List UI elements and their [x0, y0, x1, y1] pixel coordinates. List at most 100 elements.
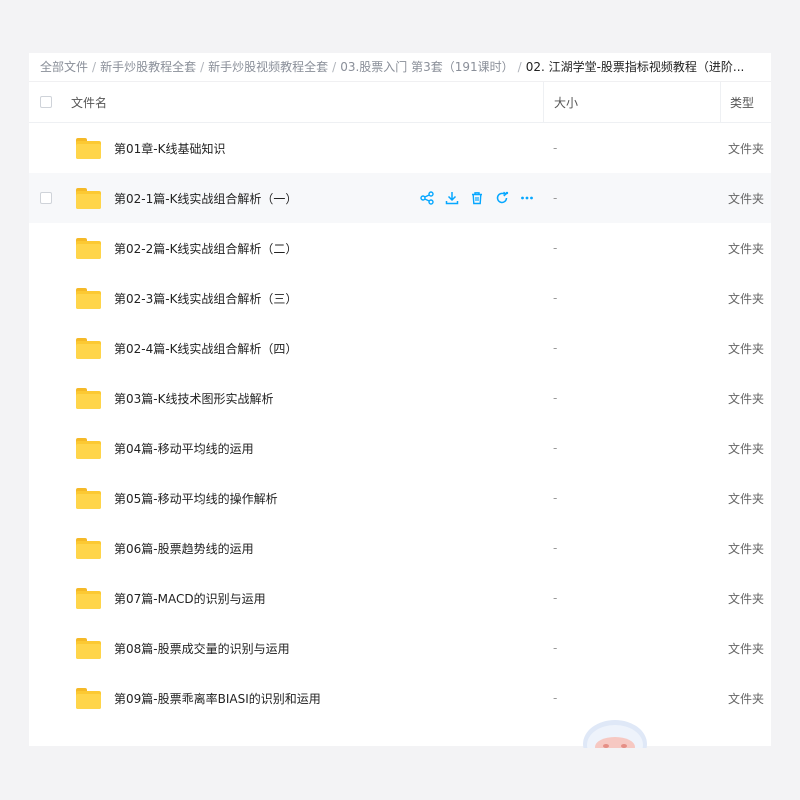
breadcrumb-current: 02. 江湖学堂-股票指标视频教程（进阶...: [525, 60, 745, 74]
file-type: 文件夹: [728, 341, 765, 356]
select-all-checkbox[interactable]: [39, 96, 52, 108]
file-size: -: [553, 191, 558, 205]
file-size: -: [553, 141, 558, 155]
table-row[interactable]: 第09篇-股票乖离率BIASI的识别和运用 - 文件夹: [29, 673, 771, 723]
file-type: 文件夹: [728, 241, 765, 256]
row-check-cell: [29, 542, 62, 554]
file-type: 文件夹: [728, 441, 765, 456]
table-row[interactable]: 第02-3篇-K线实战组合解析（三） - 文件夹: [29, 273, 771, 323]
file-type: 文件夹: [728, 141, 765, 156]
table-row[interactable]: 第01章-K线基础知识 - 文件夹: [29, 123, 771, 173]
row-check-cell: [29, 492, 62, 504]
file-name[interactable]: 第04篇-移动平均线的运用: [114, 440, 254, 457]
file-name[interactable]: 第02-1篇-K线实战组合解析（一）: [114, 190, 297, 207]
folder-icon: [76, 237, 101, 259]
folder-icon: [76, 287, 101, 309]
row-check-cell: [29, 242, 62, 254]
file-type: 文件夹: [728, 391, 765, 406]
table-row[interactable]: 第02-2篇-K线实战组合解析（二） - 文件夹: [29, 223, 771, 273]
row-check-cell: [29, 442, 62, 454]
header-size[interactable]: 大小: [543, 82, 720, 122]
share-icon[interactable]: [419, 190, 435, 206]
breadcrumb-item[interactable]: 新手炒股视频教程全套: [208, 60, 328, 74]
file-type: 文件夹: [728, 491, 765, 506]
refresh-icon[interactable]: [494, 190, 510, 206]
file-name[interactable]: 第01章-K线基础知识: [114, 140, 225, 157]
row-check-cell: [29, 142, 62, 154]
folder-icon: [76, 387, 101, 409]
file-size: -: [553, 441, 558, 455]
header-check-cell: [29, 96, 62, 108]
breadcrumb-item[interactable]: 全部文件: [40, 60, 88, 74]
breadcrumb-separator: /: [332, 60, 337, 74]
name-cell: 第07篇-MACD的识别与运用: [62, 587, 543, 609]
row-checkbox[interactable]: [39, 192, 52, 204]
file-type: 文件夹: [728, 291, 765, 306]
folder-icon: [76, 537, 101, 559]
folder-icon: [76, 137, 101, 159]
file-size: -: [553, 491, 558, 505]
table-row[interactable]: 第05篇-移动平均线的操作解析 - 文件夹: [29, 473, 771, 523]
table-row[interactable]: 第06篇-股票趋势线的运用 - 文件夹: [29, 523, 771, 573]
breadcrumb-item[interactable]: 新手炒股教程全套: [100, 60, 196, 74]
file-size: -: [553, 291, 558, 305]
file-size: -: [553, 691, 558, 705]
name-cell: 第06篇-股票趋势线的运用: [62, 537, 543, 559]
folder-icon: [76, 637, 101, 659]
file-name[interactable]: 第02-2篇-K线实战组合解析（二）: [114, 240, 297, 257]
table-row[interactable]: 第02-4篇-K线实战组合解析（四） - 文件夹: [29, 323, 771, 373]
name-cell: 第02-3篇-K线实战组合解析（三）: [62, 287, 543, 309]
file-type: 文件夹: [728, 691, 765, 706]
row-check-cell: [29, 592, 62, 604]
row-check-cell: [29, 342, 62, 354]
table-row[interactable]: 第03篇-K线技术图形实战解析 - 文件夹: [29, 373, 771, 423]
file-name[interactable]: 第03篇-K线技术图形实战解析: [114, 390, 273, 407]
file-name[interactable]: 第02-3篇-K线实战组合解析（三）: [114, 290, 297, 307]
folder-icon: [76, 587, 101, 609]
mascot-icon: [583, 720, 647, 748]
file-size: -: [553, 541, 558, 555]
table-header: 文件名 大小 类型: [29, 82, 771, 123]
file-size: -: [553, 641, 558, 655]
breadcrumb-separator: /: [92, 60, 97, 74]
file-size: -: [553, 391, 558, 405]
table-row[interactable]: 第04篇-移动平均线的运用 - 文件夹: [29, 423, 771, 473]
folder-icon: [76, 337, 101, 359]
file-name[interactable]: 第05篇-移动平均线的操作解析: [114, 490, 278, 507]
file-list-panel: 全部文件 / 新手炒股教程全套 / 新手炒股视频教程全套/03.股票入门 第3套（191…: [29, 53, 771, 746]
delete-icon[interactable]: [469, 190, 485, 206]
table-row[interactable]: 第02-1篇-K线实战组合解析（一） - 文件夹: [29, 173, 771, 223]
file-name[interactable]: 第07篇-MACD的识别与运用: [114, 590, 266, 607]
file-rows: 第01章-K线基础知识 - 文件夹 第02-1篇-K线实战组合解析（一） - 文…: [29, 123, 771, 723]
breadcrumb-separator: /: [517, 60, 522, 74]
row-check-cell: [29, 292, 62, 304]
row-check-cell: [29, 192, 62, 204]
breadcrumb-item[interactable]: 03.股票入门 第3套（191课时）: [340, 60, 513, 74]
table-row[interactable]: 第07篇-MACD的识别与运用 - 文件夹: [29, 573, 771, 623]
header-type[interactable]: 类型: [720, 82, 771, 122]
file-name[interactable]: 第02-4篇-K线实战组合解析（四）: [114, 340, 297, 357]
more-icon[interactable]: [519, 190, 535, 206]
file-name[interactable]: 第09篇-股票乖离率BIASI的识别和运用: [114, 690, 321, 707]
name-cell: 第02-4篇-K线实战组合解析（四）: [62, 337, 543, 359]
row-check-cell: [29, 642, 62, 654]
name-cell: 第08篇-股票成交量的识别与运用: [62, 637, 543, 659]
folder-icon: [76, 187, 101, 209]
download-icon[interactable]: [444, 190, 460, 206]
file-name[interactable]: 第06篇-股票趋势线的运用: [114, 540, 254, 557]
table-row[interactable]: 第08篇-股票成交量的识别与运用 - 文件夹: [29, 623, 771, 673]
file-type: 文件夹: [728, 541, 765, 556]
name-cell: 第05篇-移动平均线的操作解析: [62, 487, 543, 509]
name-cell: 第02-2篇-K线实战组合解析（二）: [62, 237, 543, 259]
file-name[interactable]: 第08篇-股票成交量的识别与运用: [114, 640, 290, 657]
header-name[interactable]: 文件名: [62, 94, 543, 111]
folder-icon: [76, 487, 101, 509]
folder-icon: [76, 687, 101, 709]
breadcrumb-separator: /: [200, 60, 205, 74]
row-check-cell: [29, 392, 62, 404]
name-cell: 第02-1篇-K线实战组合解析（一）: [62, 187, 543, 209]
name-cell: 第03篇-K线技术图形实战解析: [62, 387, 543, 409]
file-size: -: [553, 591, 558, 605]
breadcrumb: 全部文件 / 新手炒股教程全套 / 新手炒股视频教程全套/03.股票入门 第3套（191…: [29, 53, 771, 82]
row-actions: [419, 188, 535, 209]
